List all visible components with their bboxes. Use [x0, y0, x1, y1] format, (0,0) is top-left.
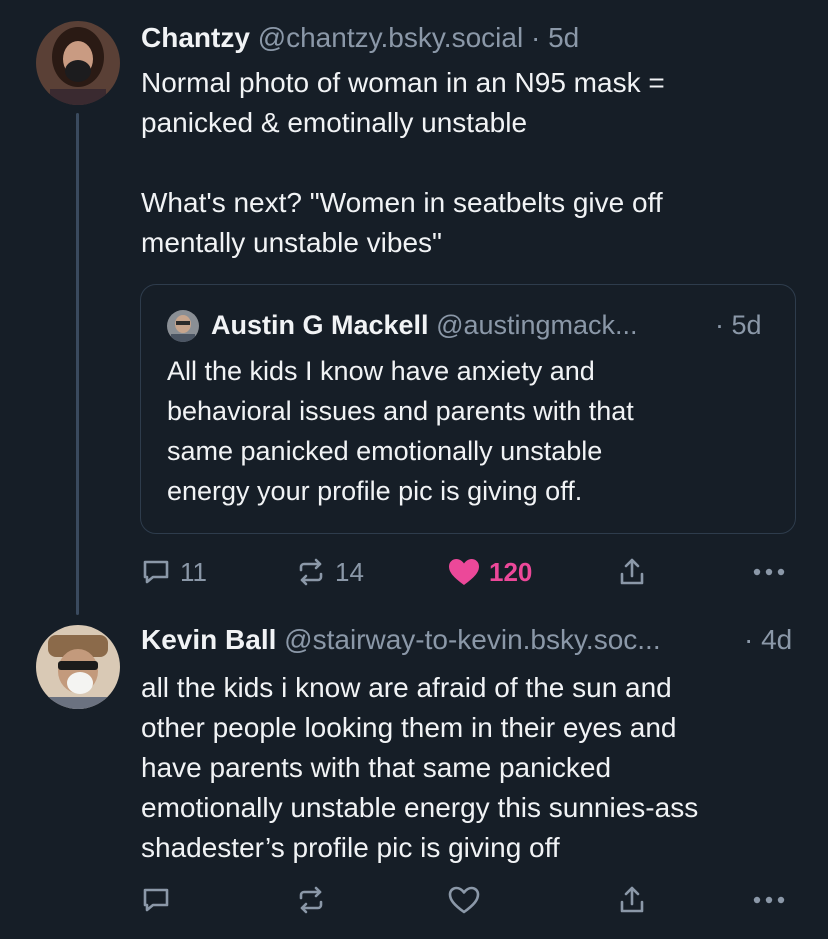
quote-avatar [167, 310, 199, 342]
quote-author-name: Austin G Mackell [211, 310, 429, 340]
reply-icon [143, 888, 169, 912]
more-icon [753, 896, 785, 904]
post-kevin-ball[interactable]: Kevin Ball @stairway-to-kevin.bsky.soc..… [0, 620, 828, 939]
avatar[interactable] [36, 625, 120, 709]
repost-button[interactable]: 14 [295, 552, 364, 592]
quote-text-line: behavioral issues and parents with that [167, 396, 634, 426]
post-text-line: emotionally unstable energy this sunnies… [141, 792, 699, 823]
reply-button[interactable] [140, 880, 172, 920]
post-header: Kevin Ball @stairway-to-kevin.bsky.soc..… [141, 622, 661, 658]
author-handle[interactable]: @stairway-to-kevin.bsky.soc... [284, 624, 660, 655]
share-button[interactable] [617, 880, 647, 920]
like-count: 120 [489, 556, 533, 587]
post-time[interactable]: 5d [548, 22, 579, 53]
avatar[interactable] [36, 21, 120, 105]
post-text: all the kids i know are afraid of the su… [141, 668, 801, 868]
more-icon [753, 568, 785, 576]
like-button[interactable] [447, 880, 481, 920]
share-button[interactable] [617, 552, 647, 592]
quote-text-line: energy your profile pic is giving off. [167, 476, 583, 506]
post-chantzy[interactable]: Chantzy @chantzy.bsky.social · 5d Normal… [0, 0, 828, 620]
repost-icon [299, 886, 323, 914]
post-header: Chantzy @chantzy.bsky.social · 5d [141, 20, 579, 56]
repost-icon [299, 558, 323, 586]
quote-text: All the kids I know have anxiety and beh… [167, 351, 777, 511]
post-text: Normal photo of woman in an N95 mask = p… [141, 63, 801, 263]
post-text-line: What's next? "Women in seatbelts give of… [141, 187, 663, 218]
post-text-line: other people looking them in their eyes … [141, 712, 677, 743]
like-button[interactable]: 120 [447, 552, 532, 592]
quote-post[interactable]: Austin G Mackell @austingmack... · 5d Al… [140, 284, 796, 534]
quote-text-line: same panicked emotionally unstable [167, 436, 603, 466]
share-icon [620, 886, 644, 913]
heart-icon [449, 559, 479, 585]
author-name[interactable]: Kevin Ball [141, 624, 276, 655]
reply-button[interactable]: 11 [140, 552, 207, 592]
post-text-line: shadester’s profile pic is giving off [141, 832, 560, 863]
post-text-line: mentally unstable vibes" [141, 227, 442, 258]
quote-header: Austin G Mackell @austingmack... [211, 307, 638, 343]
heart-icon [448, 886, 480, 914]
thread-line [76, 113, 79, 615]
more-button[interactable] [752, 880, 786, 920]
repost-count: 14 [335, 556, 364, 587]
feed: Chantzy @chantzy.bsky.social · 5d Normal… [0, 0, 828, 939]
author-name[interactable]: Chantzy [141, 22, 250, 53]
reply-count: 11 [180, 556, 207, 587]
post-time[interactable]: · 4d [744, 622, 792, 658]
post-text-line: have parents with that same panicked [141, 752, 612, 783]
quote-author-handle: @austingmack... [436, 310, 638, 340]
post-text-line: panicked & emotinally unstable [141, 107, 528, 138]
more-button[interactable] [752, 552, 786, 592]
author-handle[interactable]: @chantzy.bsky.social [258, 22, 523, 53]
reply-icon [143, 560, 169, 584]
post-text-line: all the kids i know are afraid of the su… [141, 672, 672, 703]
separator: · [530, 22, 541, 53]
post-text-line: Normal photo of woman in an N95 mask = [141, 67, 665, 98]
quote-text-line: All the kids I know have anxiety and [167, 356, 595, 386]
repost-button[interactable] [295, 880, 327, 920]
post-actions [0, 880, 828, 920]
quote-time: · 5d [715, 310, 762, 340]
share-icon [620, 558, 644, 585]
post-actions: 11 14 120 [0, 552, 828, 592]
